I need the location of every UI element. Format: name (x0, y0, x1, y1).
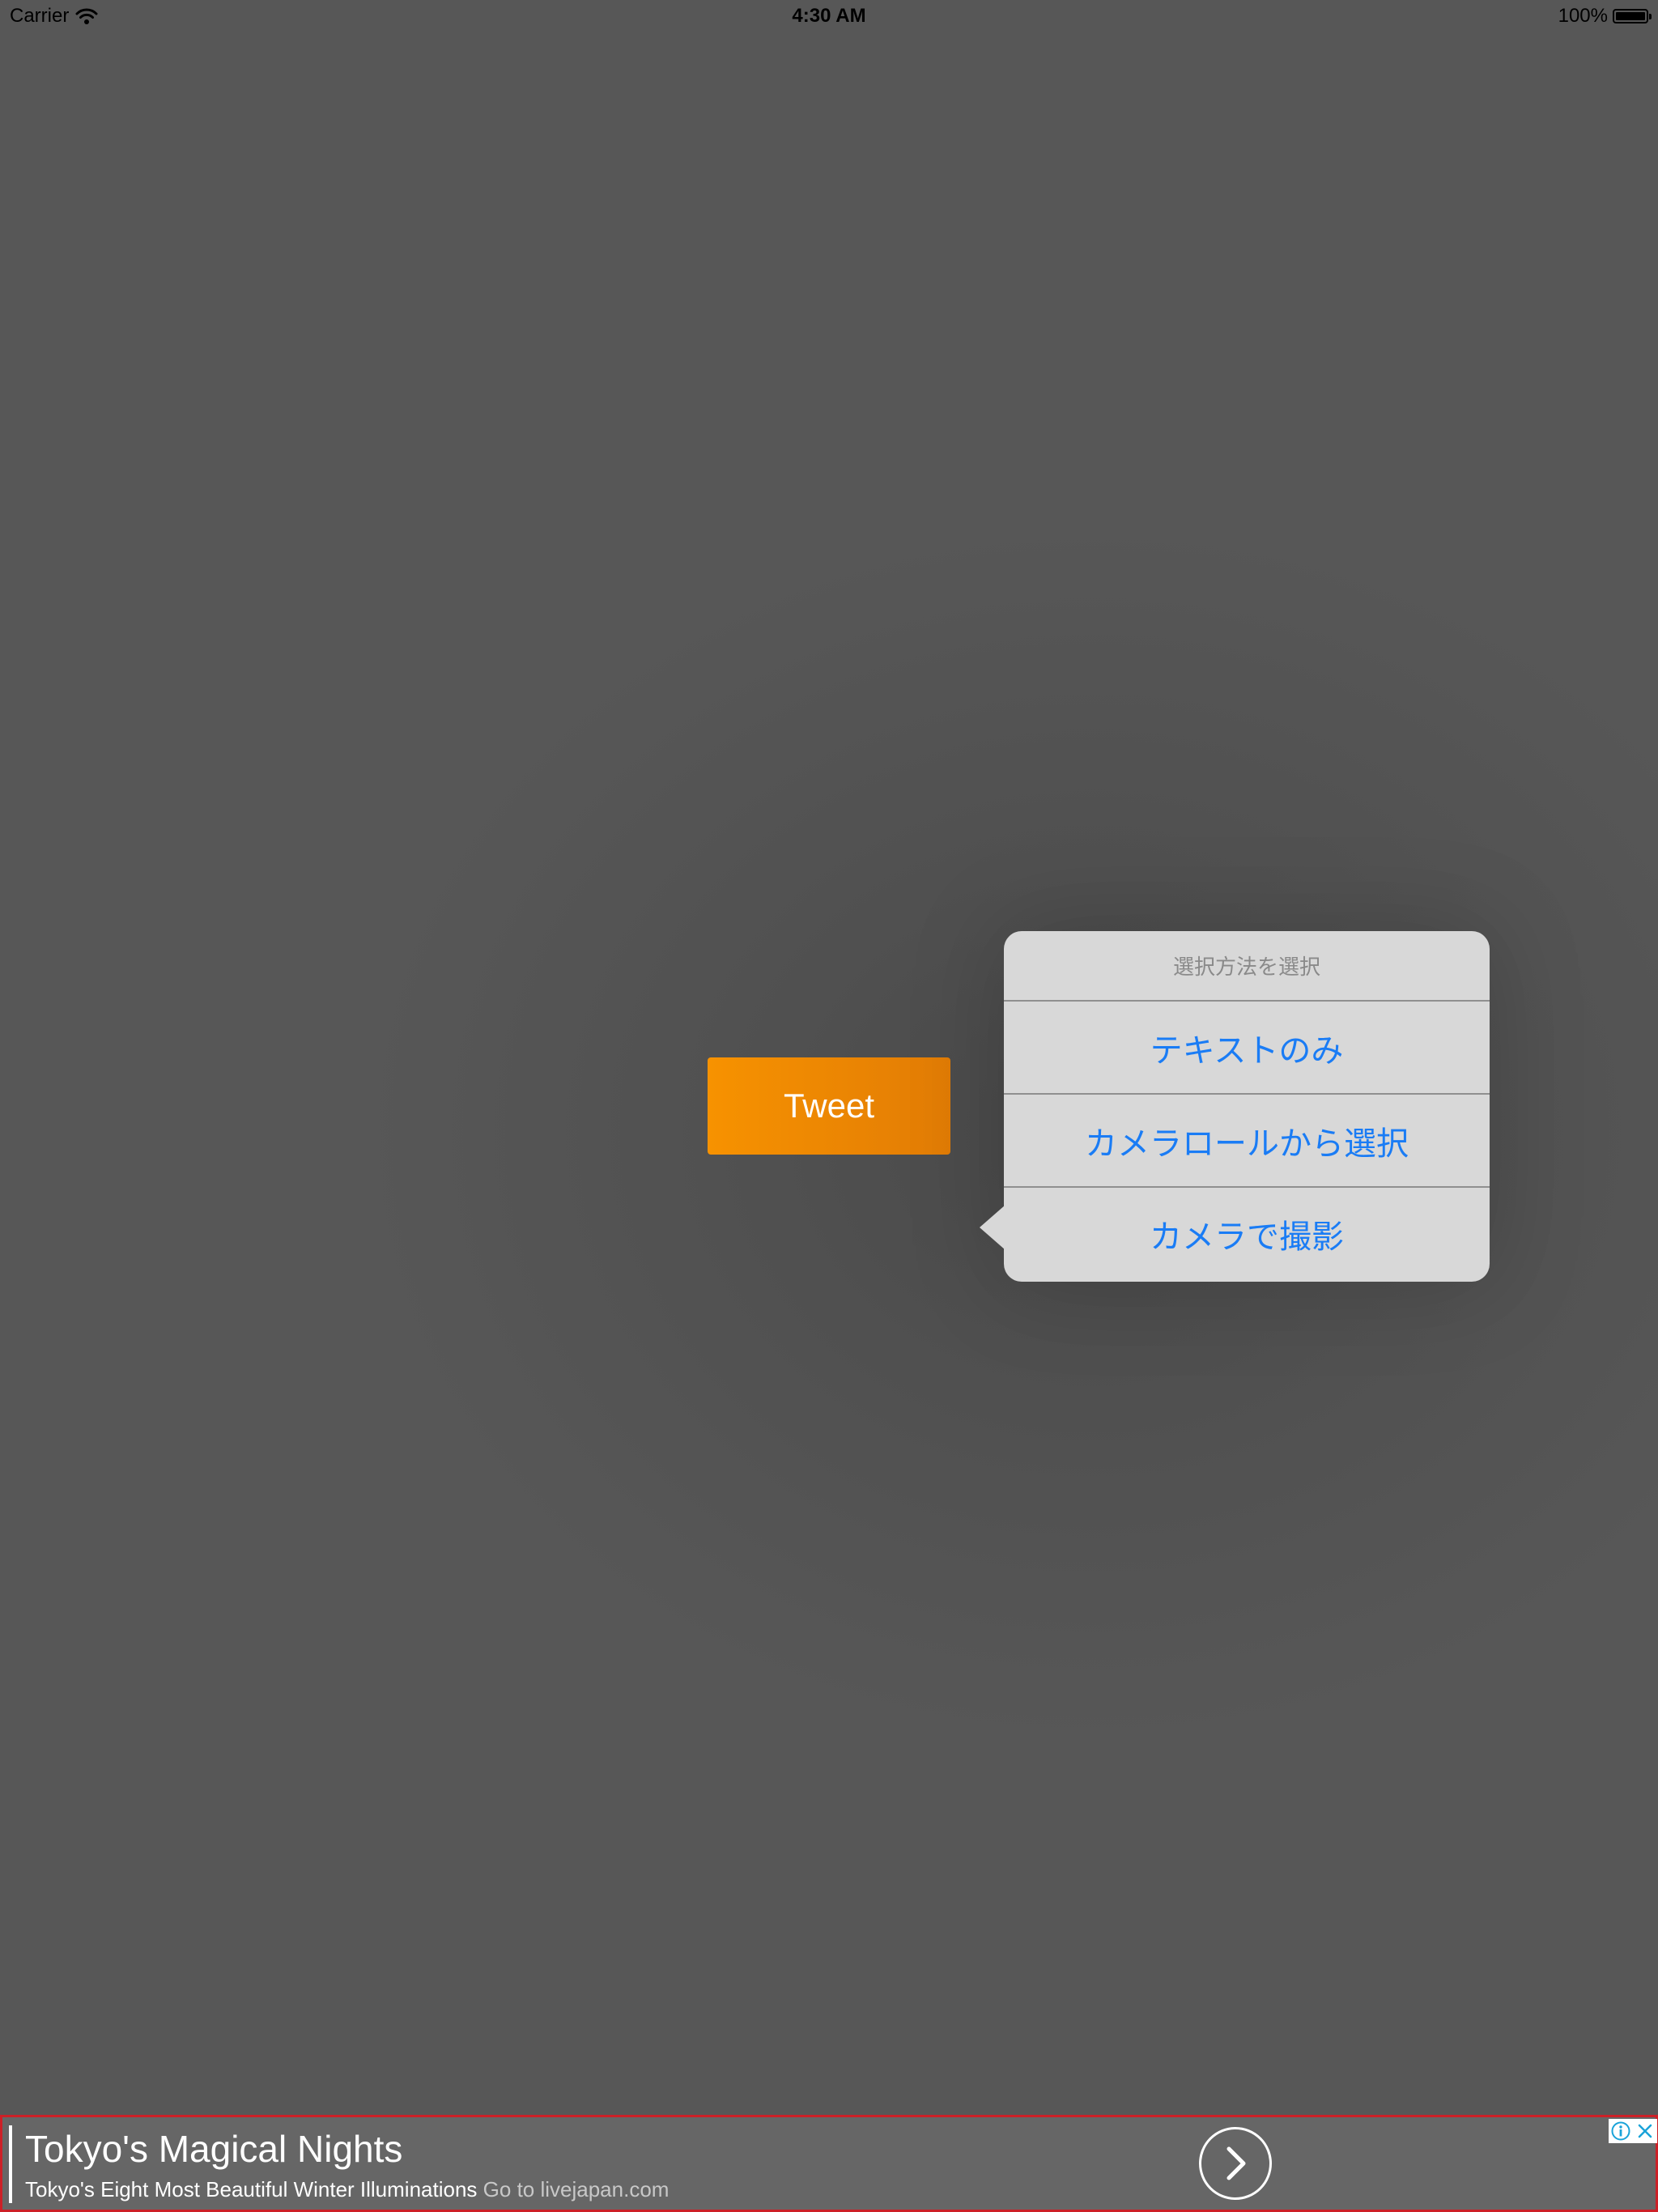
status-battery-group: 100% (1558, 5, 1652, 28)
ad-source-link[interactable]: Go to livejapan.com (483, 2177, 670, 2201)
ad-subline: Tokyo's Eight Most Beautiful Winter Illu… (25, 2177, 669, 2202)
ad-banner[interactable]: Tokyo's Magical Nights Tokyo's Eight Mos… (0, 2115, 1658, 2212)
chevron-right-icon[interactable] (1199, 2127, 1272, 2200)
ad-headline[interactable]: Tokyo's Magical Nights (25, 2127, 402, 2171)
option-camera-roll[interactable]: カメラロールから選択 (1004, 1095, 1490, 1188)
status-bar: Carrier 4:30 AM 100% (0, 0, 1658, 32)
battery-percent: 100% (1558, 5, 1608, 27)
option-take-photo[interactable]: カメラで撮影 (1004, 1188, 1490, 1280)
close-icon[interactable] (1633, 2119, 1657, 2143)
ad-description: Tokyo's Eight Most Beautiful Winter Illu… (25, 2177, 478, 2201)
action-sheet-popover: 選択方法を選択 テキストのみ カメラロールから選択 カメラで撮影 (980, 931, 1490, 1282)
ad-accent-bar (9, 2125, 12, 2203)
status-time: 4:30 AM (792, 5, 866, 27)
info-icon[interactable] (1609, 2119, 1633, 2143)
option-text-only[interactable]: テキストのみ (1004, 1002, 1490, 1095)
action-sheet-title: 選択方法を選択 (1004, 931, 1490, 1002)
popover-arrow (980, 1205, 1005, 1250)
battery-icon (1613, 9, 1652, 23)
tweet-button[interactable]: Tweet (708, 1057, 950, 1155)
